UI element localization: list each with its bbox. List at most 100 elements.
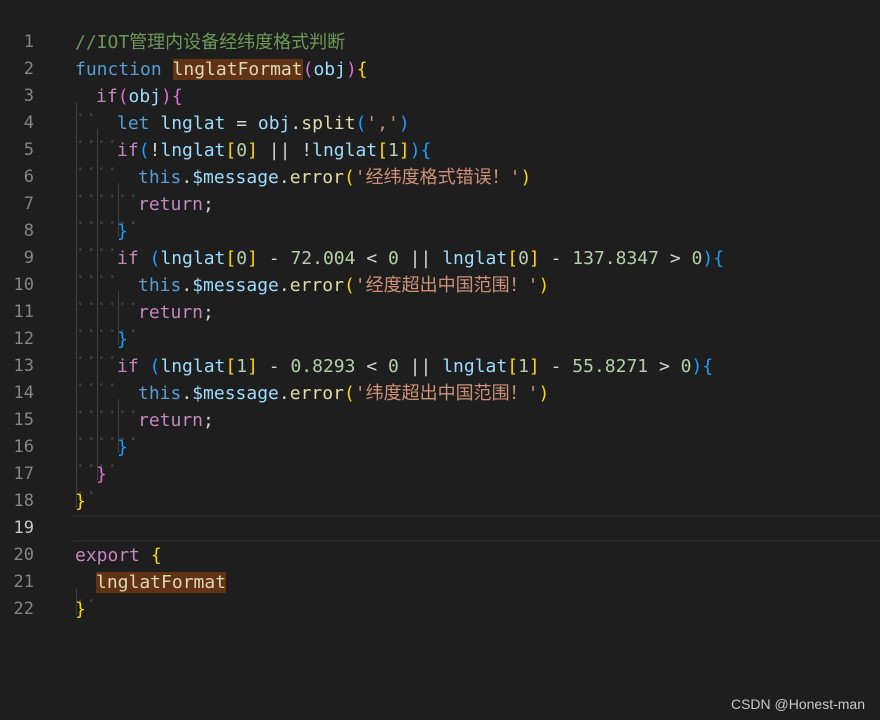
code-token: ) <box>409 140 421 161</box>
code-token: '经纬度格式错误！' <box>354 167 521 188</box>
code-token: < <box>355 248 388 269</box>
line-number: 6 <box>23 167 34 187</box>
code-token: ( <box>355 113 367 134</box>
code-token: ] <box>247 356 258 377</box>
line-number: 7 <box>23 194 34 214</box>
code-text: } <box>75 434 128 480</box>
code-line[interactable]: 13 if (lnglat[1] - 0.8293 < 0 || lnglat[1… <box>0 353 880 399</box>
code-text: } <box>75 596 86 623</box>
code-line[interactable]: 19 <box>0 515 880 542</box>
code-token: 0.8293 <box>290 356 356 377</box>
code-token: obj <box>313 59 346 80</box>
code-token: [ <box>377 140 388 161</box>
code-token: } <box>117 329 128 350</box>
line-number: 1 <box>23 32 34 52</box>
code-text: } <box>75 488 86 515</box>
line-number: 14 <box>13 383 34 403</box>
code-line[interactable]: 6 this.$message.error('经纬度格式错误！') <box>0 164 880 210</box>
code-line[interactable]: 20 export { <box>0 542 880 569</box>
code-line[interactable]: 15 return; <box>0 407 880 453</box>
code-token: 0 <box>518 248 529 269</box>
code-text: //IOT管理内设备经纬度格式判断 <box>75 29 345 56</box>
code-line[interactable]: 9 if (lnglat[0] - 72.004 < 0 || lnglat[0]… <box>0 245 880 291</box>
code-token: ( <box>343 275 355 296</box>
code-token: //IOT管理内设备经纬度格式判断 <box>75 32 346 53</box>
code-token: 0 <box>691 248 703 269</box>
watermark: CSDN @Honest-man <box>730 696 865 712</box>
code-token: ( <box>117 86 129 107</box>
code-editor[interactable]: 1 //IOT管理内设备经纬度格式判断 2 function lnglatFormat… <box>0 29 880 623</box>
code-token: { <box>713 248 725 269</box>
code-token: . <box>181 383 193 404</box>
code-token: this <box>138 383 182 404</box>
code-token: ( <box>302 59 314 80</box>
code-line[interactable]: 3 if(obj){ <box>0 83 880 129</box>
code-line[interactable]: 1 //IOT管理内设备经纬度格式判断 <box>0 29 880 56</box>
code-token: error <box>289 167 344 188</box>
line-number: 10 <box>13 275 34 295</box>
code-token: [ <box>225 248 237 269</box>
code-token: - <box>539 356 573 377</box>
code-line[interactable]: 10 this.$message.error('经度超出中国范围！') <box>0 272 880 318</box>
code-token: [ <box>507 248 519 269</box>
code-line[interactable]: 18} <box>0 488 880 515</box>
code-line[interactable]: 22} <box>0 596 880 623</box>
code-token: '经度超出中国范围！' <box>354 275 539 296</box>
code-token: ) <box>161 86 172 107</box>
code-token: ) <box>538 275 550 296</box>
code-text: } <box>75 326 128 372</box>
code-line[interactable]: 16} <box>0 434 880 480</box>
code-token: lnglat <box>160 248 226 269</box>
code-line[interactable]: 4 let lnglat = obj.split(',') <box>0 110 880 156</box>
code-line[interactable]: 14 this.$message.error('纬度超出中国范围！') <box>0 380 880 426</box>
code-token: export <box>75 545 141 566</box>
line-number: 16 <box>13 437 34 457</box>
code-token: $message <box>192 383 279 404</box>
code-text: if (lnglat[1] - 0.8293 < 0 || lnglat[1] … <box>75 353 713 399</box>
code-token: obj <box>128 86 162 107</box>
code-token: ! <box>149 140 161 161</box>
code-text: this.$message.error('经度超出中国范围！') <box>75 272 550 318</box>
code-line[interactable]: 2 function lnglatFormat(obj){ <box>0 56 880 83</box>
code-token: ] <box>398 140 410 161</box>
code-token: - <box>257 248 291 269</box>
code-token: } <box>117 221 128 242</box>
code-token: { <box>420 140 432 161</box>
code-token: ) <box>398 113 410 134</box>
code-token: ] <box>528 356 540 377</box>
line-number: 20 <box>13 545 34 565</box>
code-token: ) <box>702 248 714 269</box>
code-token: 1 <box>236 356 248 377</box>
code-line[interactable]: 17} <box>0 461 880 507</box>
code-token: split <box>301 113 356 134</box>
line-number: 18 <box>13 491 34 511</box>
code-token: return <box>138 194 204 215</box>
code-token: = <box>225 113 258 134</box>
code-line[interactable]: 8} <box>0 218 880 264</box>
code-line[interactable]: 5 if(!lnglat[0] || !lnglat[1]){ <box>0 137 880 183</box>
code-token: ) <box>520 167 532 188</box>
code-text: if (lnglat[0] - 72.004 < 0 || lnglat[0] … <box>75 245 725 291</box>
code-text: } <box>75 461 107 507</box>
code-text: lnglatFormat <box>75 569 227 615</box>
line-number: 17 <box>13 464 34 484</box>
code-line[interactable]: 7 return; <box>0 191 880 237</box>
code-token: || <box>398 356 443 377</box>
code-text: return; <box>75 407 214 453</box>
code-line[interactable]: 21 lnglatFormat <box>0 569 880 615</box>
code-token: ; <box>203 194 214 215</box>
code-line[interactable]: 11 return; <box>0 299 880 345</box>
code-text: if(!lnglat[0] || !lnglat[1]){ <box>75 137 432 183</box>
code-token: lnglatFormat <box>96 572 227 593</box>
code-token: - <box>257 356 291 377</box>
code-token: { <box>150 545 162 566</box>
code-token: lnglat <box>312 140 378 161</box>
code-line[interactable]: 12} <box>0 326 880 372</box>
code-token: ] <box>528 248 540 269</box>
code-token: . <box>290 113 302 134</box>
code-token: ',' <box>366 113 399 134</box>
code-token: } <box>75 491 86 512</box>
